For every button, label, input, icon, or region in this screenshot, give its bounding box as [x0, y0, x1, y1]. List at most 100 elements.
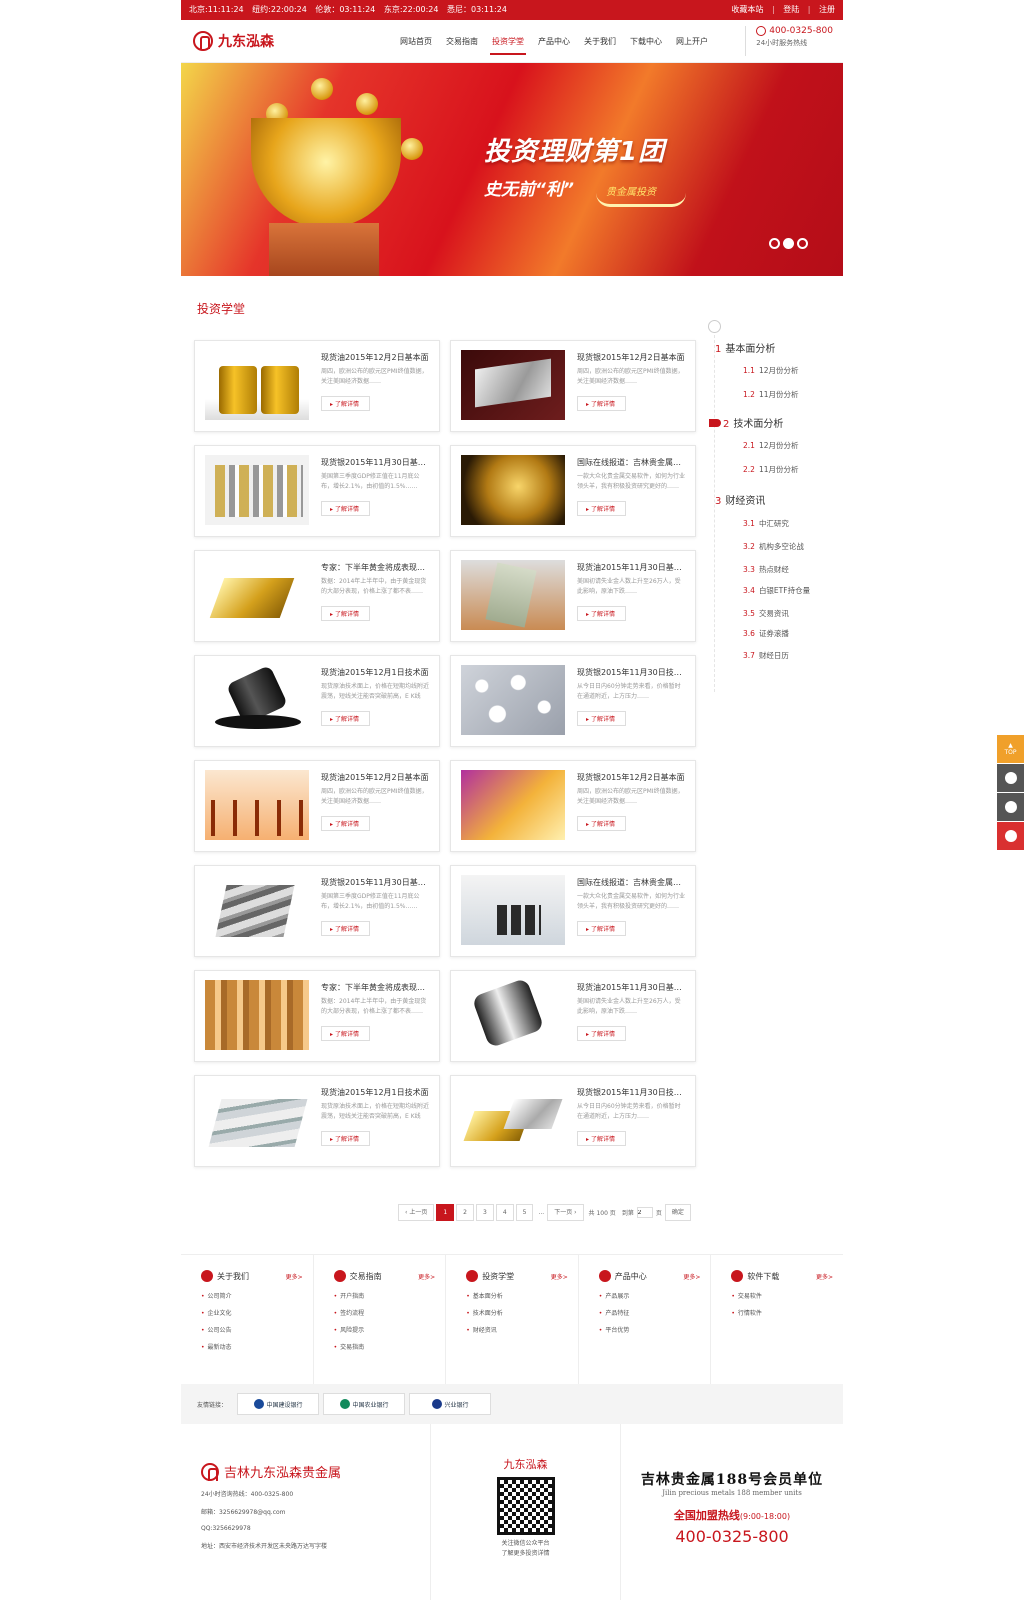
article-title[interactable]: 现货油2015年12月1日技术面 [321, 667, 429, 678]
carousel-dot-active[interactable] [783, 238, 794, 249]
article-title[interactable]: 现货银2015年11月30日技术面 [577, 667, 685, 678]
read-more-button[interactable]: 了解详情 [321, 921, 371, 936]
toc-item-3-6[interactable]: 3.6 证券滚播 [743, 628, 789, 639]
article-thumbnail[interactable] [205, 770, 309, 840]
article-card[interactable]: 现货油2015年12月2日基本面 周四，欧洲公布的欧元区PMI终值数据，关注美国经… [194, 760, 440, 852]
read-more-button[interactable]: 了解详情 [577, 921, 627, 936]
footer-link[interactable]: 产品展示 [599, 1291, 711, 1300]
footer-link[interactable]: 技术面分析 [466, 1308, 578, 1317]
toc-item-2-1[interactable]: 2.1 12月份分析 [743, 440, 798, 451]
toc-item-3-3[interactable]: 3.3 热点财经 [743, 564, 789, 575]
article-card[interactable]: 现货银2015年11月30日基本面 美国第三季度GDP修正值在11月底公布，增长2… [194, 865, 440, 957]
footer-more-link[interactable]: 更多> [683, 1272, 700, 1281]
article-thumbnail[interactable] [205, 560, 309, 630]
article-thumbnail[interactable] [461, 875, 565, 945]
article-card[interactable]: 现货银2015年11月30日基本面 美国第三季度GDP修正值在11月底公布，增长2… [194, 445, 440, 537]
wechat-button[interactable] [997, 822, 1024, 850]
toc-section-news[interactable]: 3 财经资讯 [715, 492, 765, 507]
back-to-top-button[interactable]: ▲ TOP [997, 735, 1024, 763]
read-more-button[interactable]: 了解详情 [321, 606, 371, 621]
register-link[interactable]: 注册 [819, 5, 835, 14]
toc-item-1-2[interactable]: 1.2 11月份分析 [743, 389, 798, 400]
footer-link[interactable]: 交易指南 [334, 1342, 446, 1351]
article-title[interactable]: 国际在线报道：吉林贵金属…… [577, 457, 685, 468]
page-2-button[interactable]: 2 [456, 1204, 474, 1221]
article-thumbnail[interactable] [461, 980, 565, 1050]
footer-link[interactable]: 企业文化 [201, 1308, 313, 1317]
footer-more-link[interactable]: 更多> [286, 1272, 303, 1281]
bank-link-cib[interactable]: 兴业银行 [409, 1393, 492, 1415]
nav-open-account[interactable]: 网上开户 [669, 20, 715, 63]
article-card[interactable]: 现货银2015年11月30日技术面 从今日日内60分钟走势来看，价格暂时在通道附近… [450, 1075, 696, 1167]
bank-link-ccb[interactable]: 中国建设银行 [237, 1393, 320, 1415]
article-thumbnail[interactable] [461, 1085, 565, 1155]
article-card[interactable]: 现货银2015年12月2日基本面 周四，欧洲公布的欧元区PMI终值数据，关注美国经… [450, 760, 696, 852]
read-more-button[interactable]: 了解详情 [321, 501, 371, 516]
nav-about[interactable]: 关于我们 [577, 20, 623, 63]
carousel-dot[interactable] [769, 238, 780, 249]
toc-item-1-1[interactable]: 1.1 12月份分析 [743, 365, 798, 376]
article-card[interactable]: 现货油2015年12月1日技术面 现货原油技术面上，价格在短期均线附近震荡，短线关… [194, 1075, 440, 1167]
article-thumbnail[interactable] [205, 455, 309, 525]
footer-link[interactable]: 风险提示 [334, 1325, 446, 1334]
article-title[interactable]: 专家：下半年黄金将成表现…… [321, 982, 429, 993]
footer-more-link[interactable]: 更多> [816, 1272, 833, 1281]
article-thumbnail[interactable] [461, 770, 565, 840]
footer-more-link[interactable]: 更多> [418, 1272, 435, 1281]
toc-section-fundamental[interactable]: 1 基本面分析 [715, 340, 775, 355]
read-more-button[interactable]: 了解详情 [577, 711, 627, 726]
read-more-button[interactable]: 了解详情 [577, 606, 627, 621]
toc-item-2-2[interactable]: 2.2 11月份分析 [743, 464, 798, 475]
article-title[interactable]: 现货银2015年11月30日技术面 [577, 1087, 685, 1098]
article-thumbnail[interactable] [461, 560, 565, 630]
bank-link-abc[interactable]: 中国农业银行 [323, 1393, 406, 1415]
article-card[interactable]: 专家：下半年黄金将成表现…… 数据：2014年上半年中，由于黄金现货的大部分表现，… [194, 970, 440, 1062]
article-title[interactable]: 现货银2015年12月2日基本面 [577, 772, 685, 783]
read-more-button[interactable]: 了解详情 [321, 396, 371, 411]
read-more-button[interactable]: 了解详情 [577, 1131, 627, 1146]
article-card[interactable]: 专家：下半年黄金将成表现…… 数据：2014年上半年中，由于黄金现货的大部分表现，… [194, 550, 440, 642]
footer-link[interactable]: 最新动态 [201, 1342, 313, 1351]
footer-link[interactable]: 行情软件 [731, 1308, 843, 1317]
article-title[interactable]: 现货银2015年12月2日基本面 [577, 352, 685, 363]
footer-link[interactable]: 产品特征 [599, 1308, 711, 1317]
article-thumbnail[interactable] [461, 350, 565, 420]
article-title[interactable]: 现货油2015年11月30日基本面 [577, 982, 685, 993]
read-more-button[interactable]: 了解详情 [321, 711, 371, 726]
read-more-button[interactable]: 了解详情 [577, 1026, 627, 1041]
carousel-dot[interactable] [797, 238, 808, 249]
next-page-button[interactable]: 下一页 › [547, 1204, 584, 1221]
page-4-button[interactable]: 4 [495, 1204, 514, 1221]
toc-item-3-1[interactable]: 3.1 中汇研究 [743, 518, 789, 529]
prev-page-button[interactable]: ‹ 上一页 [398, 1204, 435, 1221]
toc-section-technical[interactable]: 2 技术面分析 [723, 415, 783, 430]
page-3-button[interactable]: 3 [475, 1204, 494, 1221]
qq-button[interactable] [997, 764, 1024, 792]
site-logo[interactable]: 九东泓森 [193, 31, 383, 51]
page-5-button[interactable]: 5 [515, 1204, 534, 1221]
hero-banner[interactable]: 投资理财第1团 史无前“利” 贵金属投资 [181, 63, 843, 276]
nav-trading-guide[interactable]: 交易指南 [439, 20, 485, 63]
read-more-button[interactable]: 了解详情 [321, 1131, 371, 1146]
article-thumbnail[interactable] [461, 455, 565, 525]
article-card[interactable]: 现货油2015年11月30日基本面 美国初请失业金人数上升至26万人，受此影响，原… [450, 970, 696, 1062]
read-more-button[interactable]: 了解详情 [577, 501, 627, 516]
goto-page-input[interactable] [636, 1207, 653, 1218]
nav-downloads[interactable]: 下载中心 [623, 20, 669, 63]
nav-products[interactable]: 产品中心 [531, 20, 577, 63]
footer-link[interactable]: 开户指南 [334, 1291, 446, 1300]
article-card[interactable]: 国际在线报道：吉林贵金属…… 一款大众化贵金属交易软件，如何为行业领头羊，我有积极… [450, 865, 696, 957]
article-title[interactable]: 现货银2015年11月30日基本面 [321, 457, 429, 468]
article-title[interactable]: 现货油2015年12月2日基本面 [321, 352, 429, 363]
article-title[interactable]: 现货油2015年12月1日技术面 [321, 1087, 429, 1098]
footer-link[interactable]: 平台优势 [599, 1325, 711, 1334]
article-card[interactable]: 现货油2015年12月1日技术面 现货原油技术面上，价格在短期均线附近震荡，短线关… [194, 655, 440, 747]
article-card[interactable]: 现货银2015年11月30日技术面 从今日日内60分钟走势来看，价格暂时在通道附近… [450, 655, 696, 747]
read-more-button[interactable]: 了解详情 [321, 1026, 371, 1041]
article-thumbnail[interactable] [205, 1085, 309, 1155]
read-more-button[interactable]: 了解详情 [577, 816, 627, 831]
login-link[interactable]: 登陆 [783, 5, 799, 14]
nav-home[interactable]: 网站首页 [393, 20, 439, 63]
article-title[interactable]: 国际在线报道：吉林贵金属…… [577, 877, 685, 888]
article-card[interactable]: 现货银2015年12月2日基本面 周四，欧洲公布的欧元区PMI终值数据，关注美国经… [450, 340, 696, 432]
